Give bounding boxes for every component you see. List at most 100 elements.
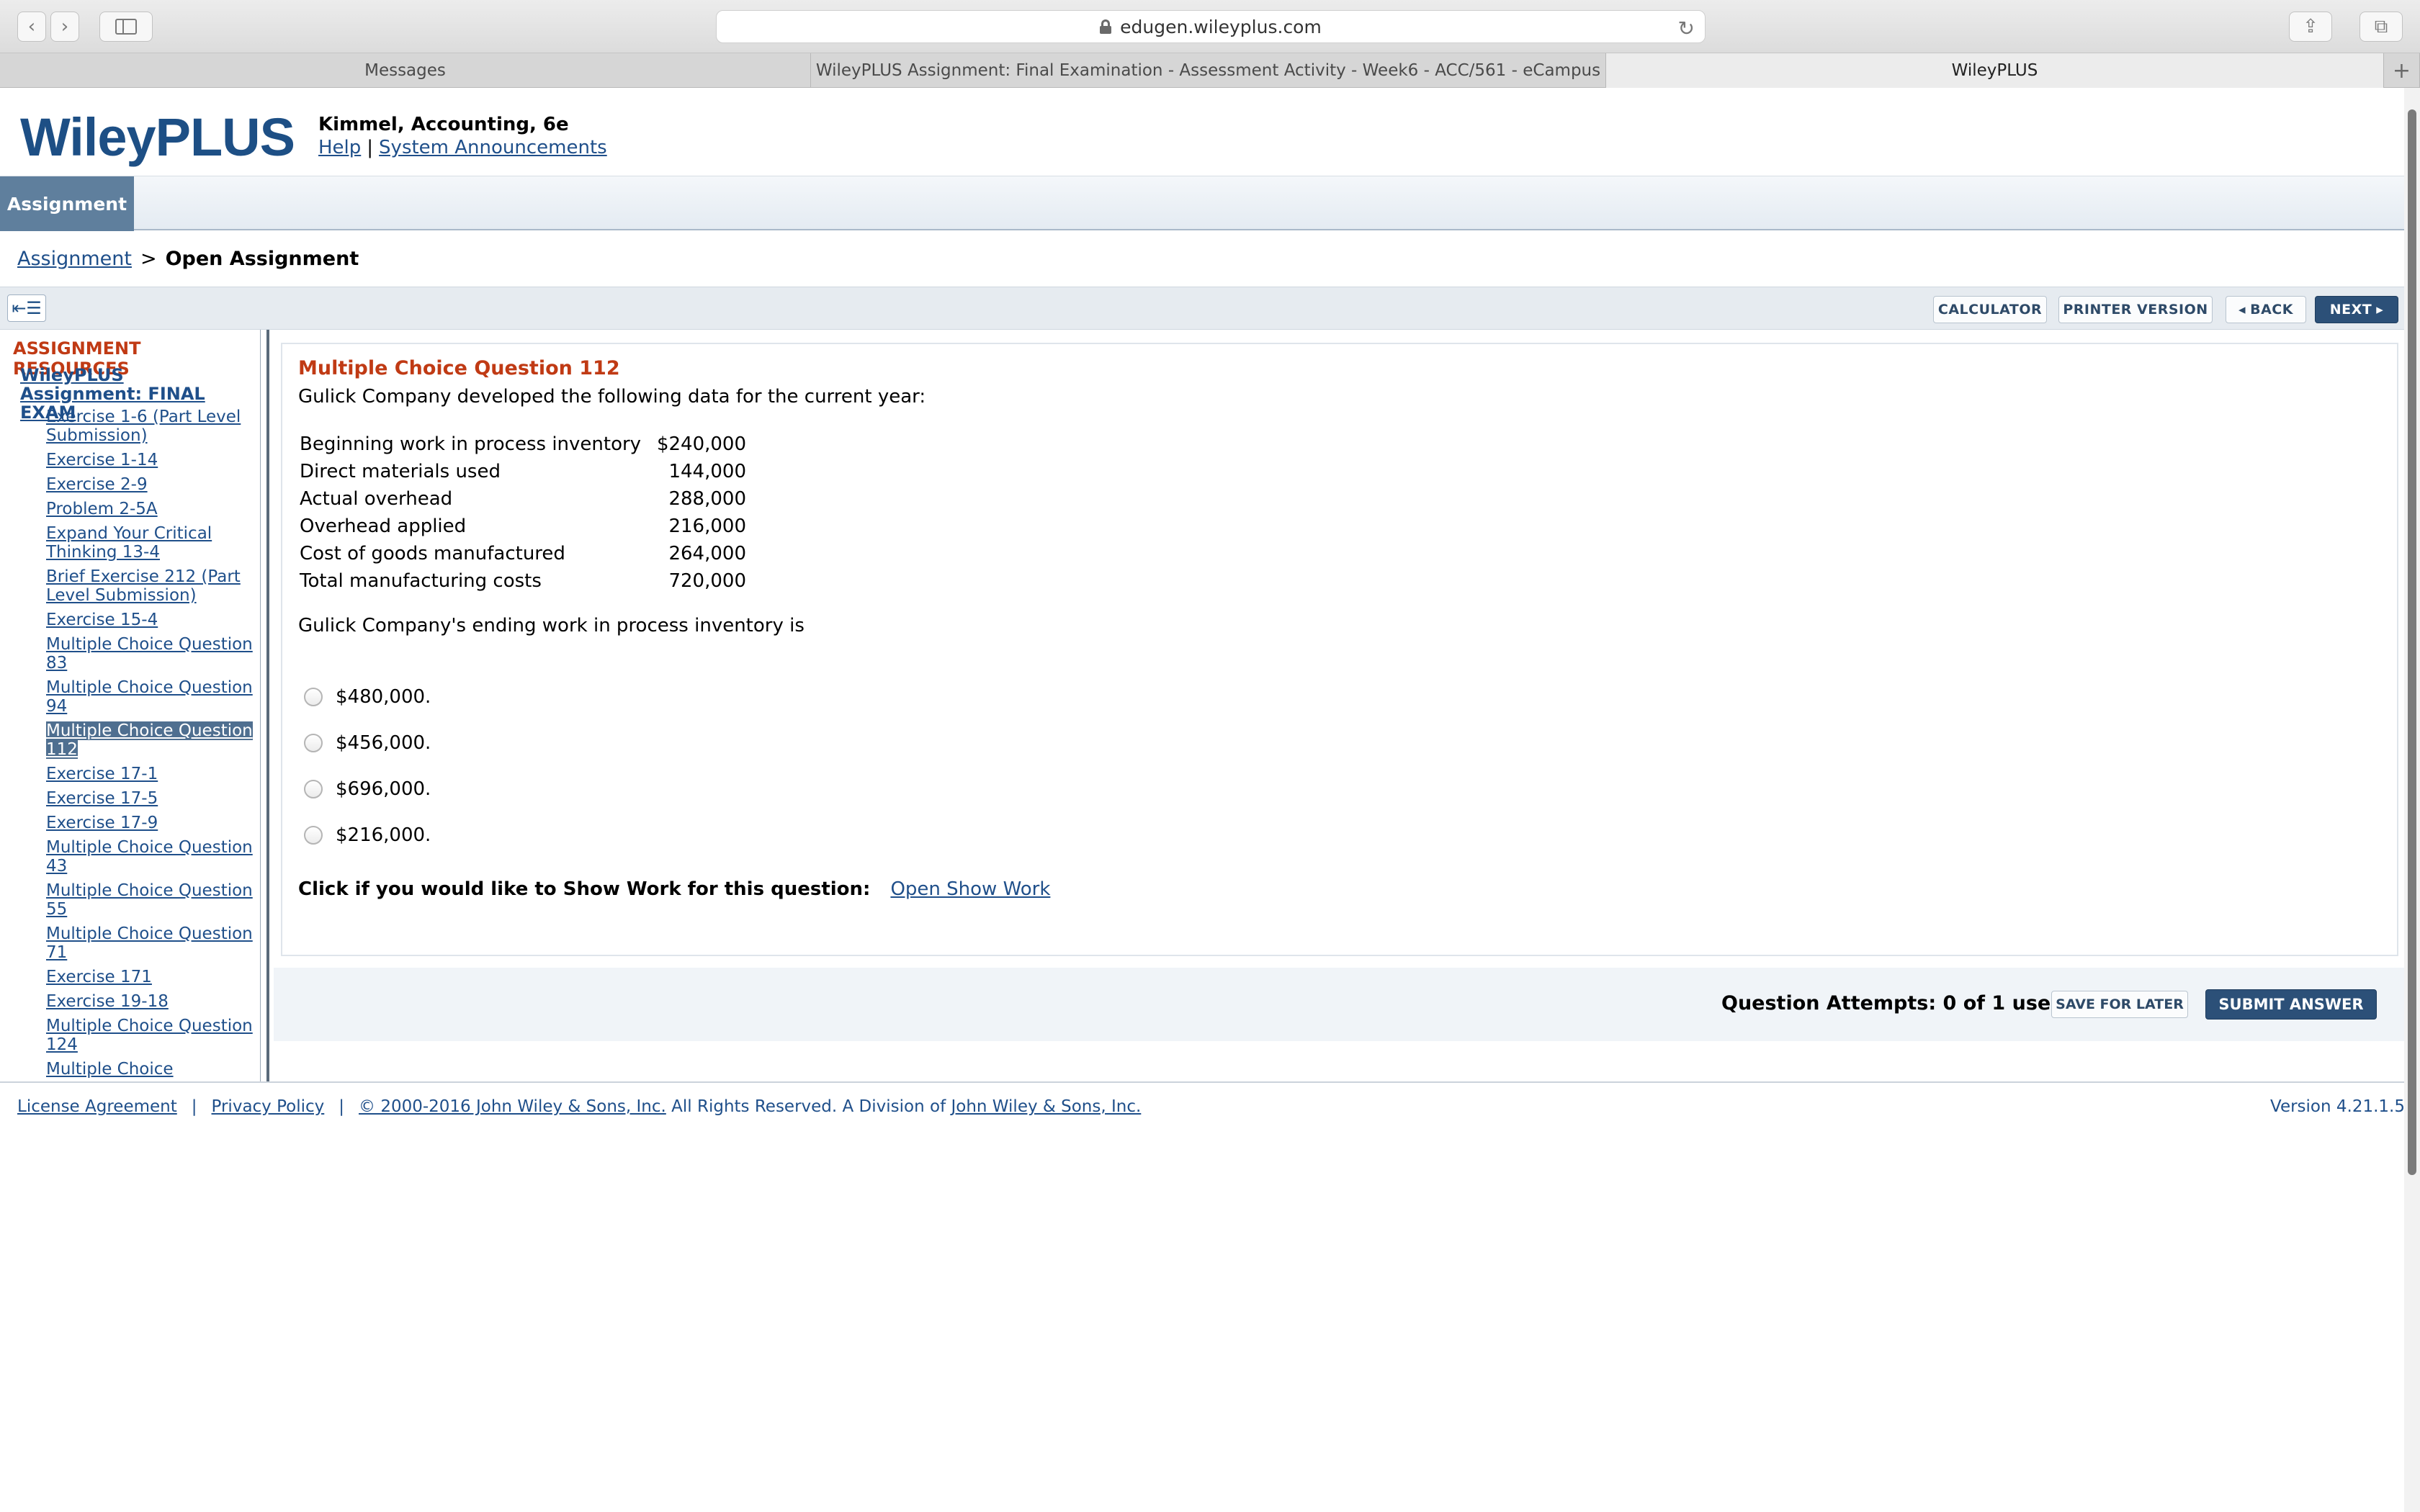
back-nav-button[interactable]: ‹ [17,12,46,42]
question-title: Multiple Choice Question 112 [298,357,620,379]
share-button[interactable]: ⇪ [2289,12,2332,42]
url-text: edugen.wileyplus.com [1120,16,1322,37]
list-item: Multiple Choice Question 94 [46,678,255,716]
tab-messages[interactable]: Messages [0,53,811,88]
plus-icon: + [2392,58,2411,84]
data-table: Beginning work in process inventory $240,… [300,431,746,595]
show-work-row: Click if you would like to Show Work for… [298,878,1050,900]
calculator-button[interactable]: CALCULATOR [1933,296,2047,323]
scrollbar-thumb[interactable] [2408,109,2416,1175]
list-item: Exercise 17-9 [46,814,255,832]
reload-icon[interactable]: ↻ [1678,17,1695,40]
browser-toolbar: ‹ › edugen.wileyplus.com ↻ ⇪ ⧉ [0,0,2420,53]
resource-link[interactable]: Multiple Choice [46,1060,174,1079]
table-row: Overhead applied 216,000 [300,516,746,537]
list-item-selected: Multiple Choice Question 112 [46,721,255,759]
resource-link[interactable]: Multiple Choice Question 83 [46,635,253,672]
book-title: Kimmel, Accounting, 6e [318,114,569,135]
footer: License Agreement | Privacy Policy | © 2000-… [17,1097,1142,1116]
wiley-division-link[interactable]: John Wiley & Sons, Inc. [951,1097,1141,1116]
next-button[interactable]: NEXT ▸ [2315,296,2398,323]
resource-link[interactable]: Exercise 2-9 [46,475,148,494]
resource-link-current[interactable]: Multiple Choice Question 112 [46,721,253,759]
question-intro: Gulick Company developed the following d… [298,386,926,408]
list-item: Exercise 1-6 (Part Level Submission) [46,408,255,445]
radio-button[interactable] [304,780,323,798]
caret-right-icon: ▸ [2376,302,2384,318]
tabs-icon: ⧉ [2374,15,2388,37]
table-row: Total manufacturing costs 720,000 [300,570,746,592]
list-item: Expand Your Critical Thinking 13-4 [46,524,255,562]
page-scrollbar[interactable] [2404,88,2420,1512]
license-agreement-link[interactable]: License Agreement [17,1097,177,1116]
resource-link[interactable]: Exercise 1-6 (Part Level Submission) [46,408,241,445]
radio-button[interactable] [304,826,323,845]
resource-link[interactable]: Multiple Choice Question 43 [46,838,253,876]
collapse-list-icon: ⇤☰ [12,298,42,318]
resource-link[interactable]: Problem 2-5A [46,500,158,518]
radio-button[interactable] [304,688,323,706]
resource-link[interactable]: Multiple Choice Question 124 [46,1017,253,1054]
printer-version-button[interactable]: PRINTER VERSION [2058,296,2213,323]
lock-icon [1100,19,1112,34]
header-links: Help | System Announcements [318,137,607,158]
resource-link[interactable]: Exercise 171 [46,968,152,986]
resource-link[interactable]: Exercise 1-14 [46,451,158,469]
back-button[interactable]: ◂ BACK [2226,296,2306,323]
new-tab-button[interactable]: + [2384,53,2420,88]
sidebar-toggle-button[interactable] [99,12,153,42]
resource-link[interactable]: Multiple Choice Question 71 [46,924,253,962]
list-item: Exercise 15-4 [46,611,255,629]
resources-list: Exercise 1-6 (Part Level Submission) Exe… [46,408,255,1083]
submit-area: Question Attempts: 0 of 1 used SAVE FOR … [274,968,2404,1041]
resource-link[interactable]: Exercise 19-18 [46,992,169,1011]
tab-wileyplus[interactable]: WileyPLUS [1606,53,2384,88]
tab-assignment[interactable]: Assignment [0,176,134,231]
table-row: Cost of goods manufactured 264,000 [300,543,746,564]
resource-link[interactable]: Exercise 15-4 [46,611,158,629]
help-link[interactable]: Help [318,137,361,158]
resource-link[interactable]: Exercise 17-9 [46,814,158,832]
wileyplus-logo[interactable]: WileyPLUS [20,107,295,168]
resource-link[interactable]: Multiple Choice Question 55 [46,881,253,919]
show-work-label: Click if you would like to Show Work for… [298,878,871,900]
choice-d[interactable]: $216,000. [304,821,431,850]
sidebar-icon [115,19,137,35]
forward-nav-button[interactable]: › [50,12,79,42]
resource-link[interactable]: Exercise 17-1 [46,765,158,783]
list-item: Exercise 19-18 [46,992,255,1011]
radio-button[interactable] [304,734,323,752]
resource-link[interactable]: Multiple Choice Question 94 [46,678,253,716]
resource-link[interactable]: Brief Exercise 212 (Part Level Submissio… [46,567,241,605]
resource-link[interactable]: Exercise 17-5 [46,789,158,808]
divider [0,1081,2404,1083]
system-announcements-link[interactable]: System Announcements [379,137,607,158]
resource-link[interactable]: Expand Your Critical Thinking 13-4 [46,524,212,562]
chevron-left-icon: ‹ [27,16,36,37]
list-item: Multiple Choice Question 124 [46,1017,255,1054]
choice-c[interactable]: $696,000. [304,775,431,804]
assignment-resources-sidebar: ASSIGNMENT RESOURCES WileyPLUS Assignmen… [0,330,269,1083]
choice-label: $696,000. [336,778,431,800]
question-panel: Multiple Choice Question 112 Gulick Comp… [281,343,2398,956]
choice-a[interactable]: $480,000. [304,683,431,711]
open-show-work-link[interactable]: Open Show Work [890,878,1050,900]
list-item: Exercise 171 [46,968,255,986]
attempts-counter: Question Attempts: 0 of 1 used [1721,992,2065,1014]
list-item: Exercise 2-9 [46,475,255,494]
save-for-later-button[interactable]: SAVE FOR LATER [2051,991,2188,1018]
choice-b[interactable]: $456,000. [304,729,431,757]
privacy-policy-link[interactable]: Privacy Policy [212,1097,325,1116]
collapse-sidebar-button[interactable]: ⇤☰ [7,294,46,322]
breadcrumb-assignment-link[interactable]: Assignment [17,248,132,270]
browser-chrome: ‹ › edugen.wileyplus.com ↻ ⇪ ⧉ Messages … [0,0,2420,88]
share-icon: ⇪ [2303,16,2318,37]
submit-answer-button[interactable]: SUBMIT ANSWER [2205,989,2377,1020]
copyright-link[interactable]: © 2000-2016 John Wiley & Sons, Inc. [359,1097,666,1116]
caret-left-icon: ◂ [2238,302,2246,318]
list-item: Exercise 17-5 [46,789,255,808]
tab-ecampus[interactable]: WileyPLUS Assignment: Final Examination … [811,53,1606,88]
tabs-overview-button[interactable]: ⧉ [2360,12,2403,42]
url-bar[interactable]: edugen.wileyplus.com ↻ [716,10,1706,43]
table-row: Beginning work in process inventory $240,… [300,433,746,455]
